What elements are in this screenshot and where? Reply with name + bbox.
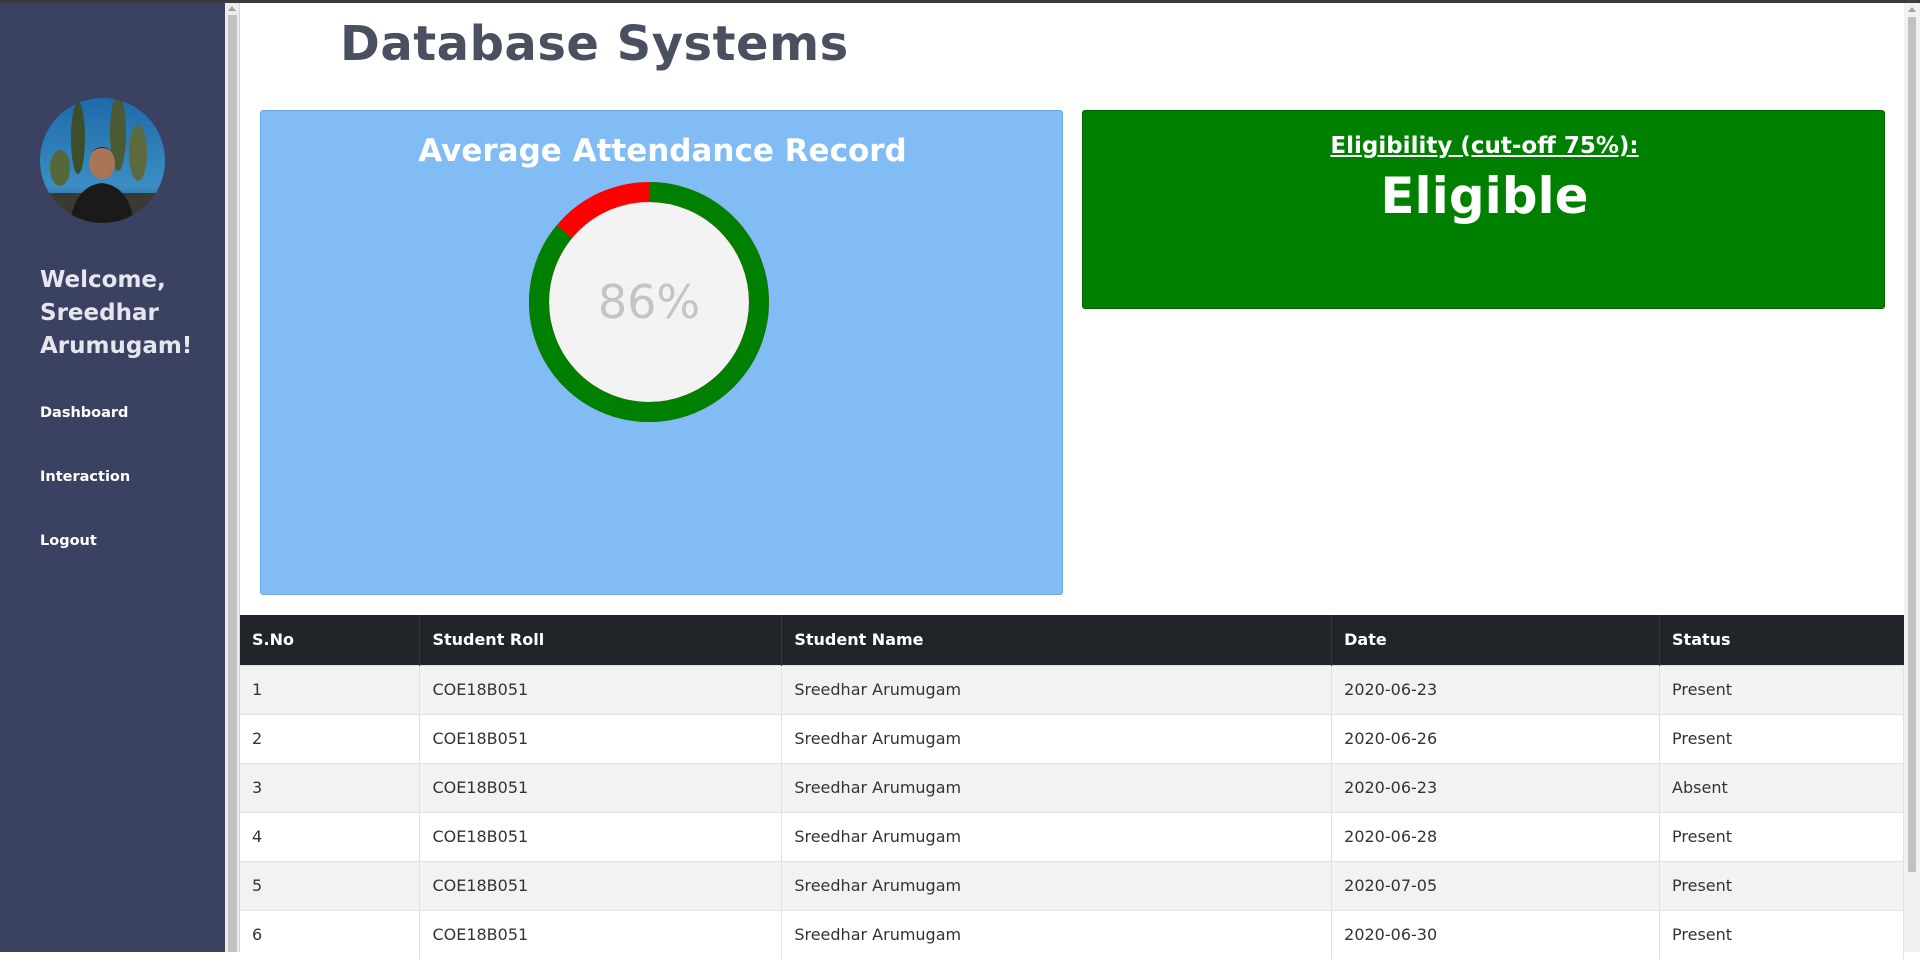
column-header-name[interactable]: Student Name bbox=[781, 615, 1333, 665]
scrollbar-thumb[interactable] bbox=[228, 15, 237, 952]
cell-date: 2020-06-28 bbox=[1331, 811, 1661, 861]
eligibility-label: Eligibility (cut-off 75%): bbox=[1330, 133, 1639, 159]
eligibility-card: Eligibility (cut-off 75%): Eligible bbox=[1082, 110, 1885, 309]
nav-dashboard[interactable]: Dashboard bbox=[40, 405, 128, 421]
avatar bbox=[40, 98, 165, 223]
window-top-border bbox=[0, 0, 1920, 3]
table-header-row: S.No Student Roll Student Name Date Stat… bbox=[240, 615, 1904, 665]
cell-name: Sreedhar Arumugam bbox=[781, 762, 1333, 812]
cell-status: Present bbox=[1659, 811, 1904, 861]
cell-name: Sreedhar Arumugam bbox=[781, 664, 1333, 714]
cell-roll: COE18B051 bbox=[419, 713, 783, 763]
table-row: 1 COE18B051 Sreedhar Arumugam 2020-06-23… bbox=[240, 664, 1904, 714]
cell-status: Present bbox=[1659, 713, 1904, 763]
cell-status: Present bbox=[1659, 860, 1904, 910]
attendance-percent: 86% bbox=[597, 275, 701, 329]
cell-date: 2020-06-23 bbox=[1331, 762, 1661, 812]
cell-sno: 4 bbox=[240, 811, 421, 861]
scroll-up-arrow-icon[interactable] bbox=[1908, 7, 1916, 12]
cell-roll: COE18B051 bbox=[419, 811, 783, 861]
cell-name: Sreedhar Arumugam bbox=[781, 811, 1333, 861]
cell-sno: 2 bbox=[240, 713, 421, 763]
cell-name: Sreedhar Arumugam bbox=[781, 860, 1333, 910]
cell-date: 2020-07-05 bbox=[1331, 860, 1661, 910]
page-title: Database Systems bbox=[340, 16, 849, 72]
page-scrollbar[interactable] bbox=[1904, 3, 1920, 952]
attendance-card-title: Average Attendance Record bbox=[418, 133, 907, 169]
cell-sno: 1 bbox=[240, 664, 421, 714]
cell-roll: COE18B051 bbox=[419, 860, 783, 910]
nav-logout[interactable]: Logout bbox=[40, 533, 97, 549]
sidebar: Welcome, Sreedhar Arumugam! Dashboard In… bbox=[0, 3, 225, 952]
cell-status: Absent bbox=[1659, 762, 1904, 812]
cell-date: 2020-06-26 bbox=[1331, 713, 1661, 763]
attendance-table: S.No Student Roll Student Name Date Stat… bbox=[240, 615, 1904, 959]
column-header-status[interactable]: Status bbox=[1659, 615, 1904, 665]
column-header-sno[interactable]: S.No bbox=[240, 615, 421, 665]
scrollbar-thumb[interactable] bbox=[1908, 17, 1916, 872]
cell-sno: 5 bbox=[240, 860, 421, 910]
cell-date: 2020-06-23 bbox=[1331, 664, 1661, 714]
table-row: 5 COE18B051 Sreedhar Arumugam 2020-07-05… bbox=[240, 860, 1904, 910]
eligibility-status: Eligible bbox=[1380, 167, 1589, 225]
cell-status: Present bbox=[1659, 664, 1904, 714]
attendance-card: Average Attendance Record 86% bbox=[260, 110, 1063, 595]
cell-roll: COE18B051 bbox=[419, 664, 783, 714]
table-row: 3 COE18B051 Sreedhar Arumugam 2020-06-23… bbox=[240, 762, 1904, 812]
cell-roll: COE18B051 bbox=[419, 762, 783, 812]
table-row: 2 COE18B051 Sreedhar Arumugam 2020-06-26… bbox=[240, 713, 1904, 763]
sidebar-scrollbar[interactable] bbox=[225, 3, 240, 952]
column-header-roll[interactable]: Student Roll bbox=[419, 615, 783, 665]
scroll-up-arrow-icon[interactable] bbox=[228, 6, 236, 11]
column-header-date[interactable]: Date bbox=[1331, 615, 1661, 665]
nav-interaction[interactable]: Interaction bbox=[40, 469, 130, 485]
table-row: 4 COE18B051 Sreedhar Arumugam 2020-06-28… bbox=[240, 811, 1904, 861]
welcome-message: Welcome, Sreedhar Arumugam! bbox=[40, 267, 193, 359]
cell-sno: 3 bbox=[240, 762, 421, 812]
cell-name: Sreedhar Arumugam bbox=[781, 713, 1333, 763]
